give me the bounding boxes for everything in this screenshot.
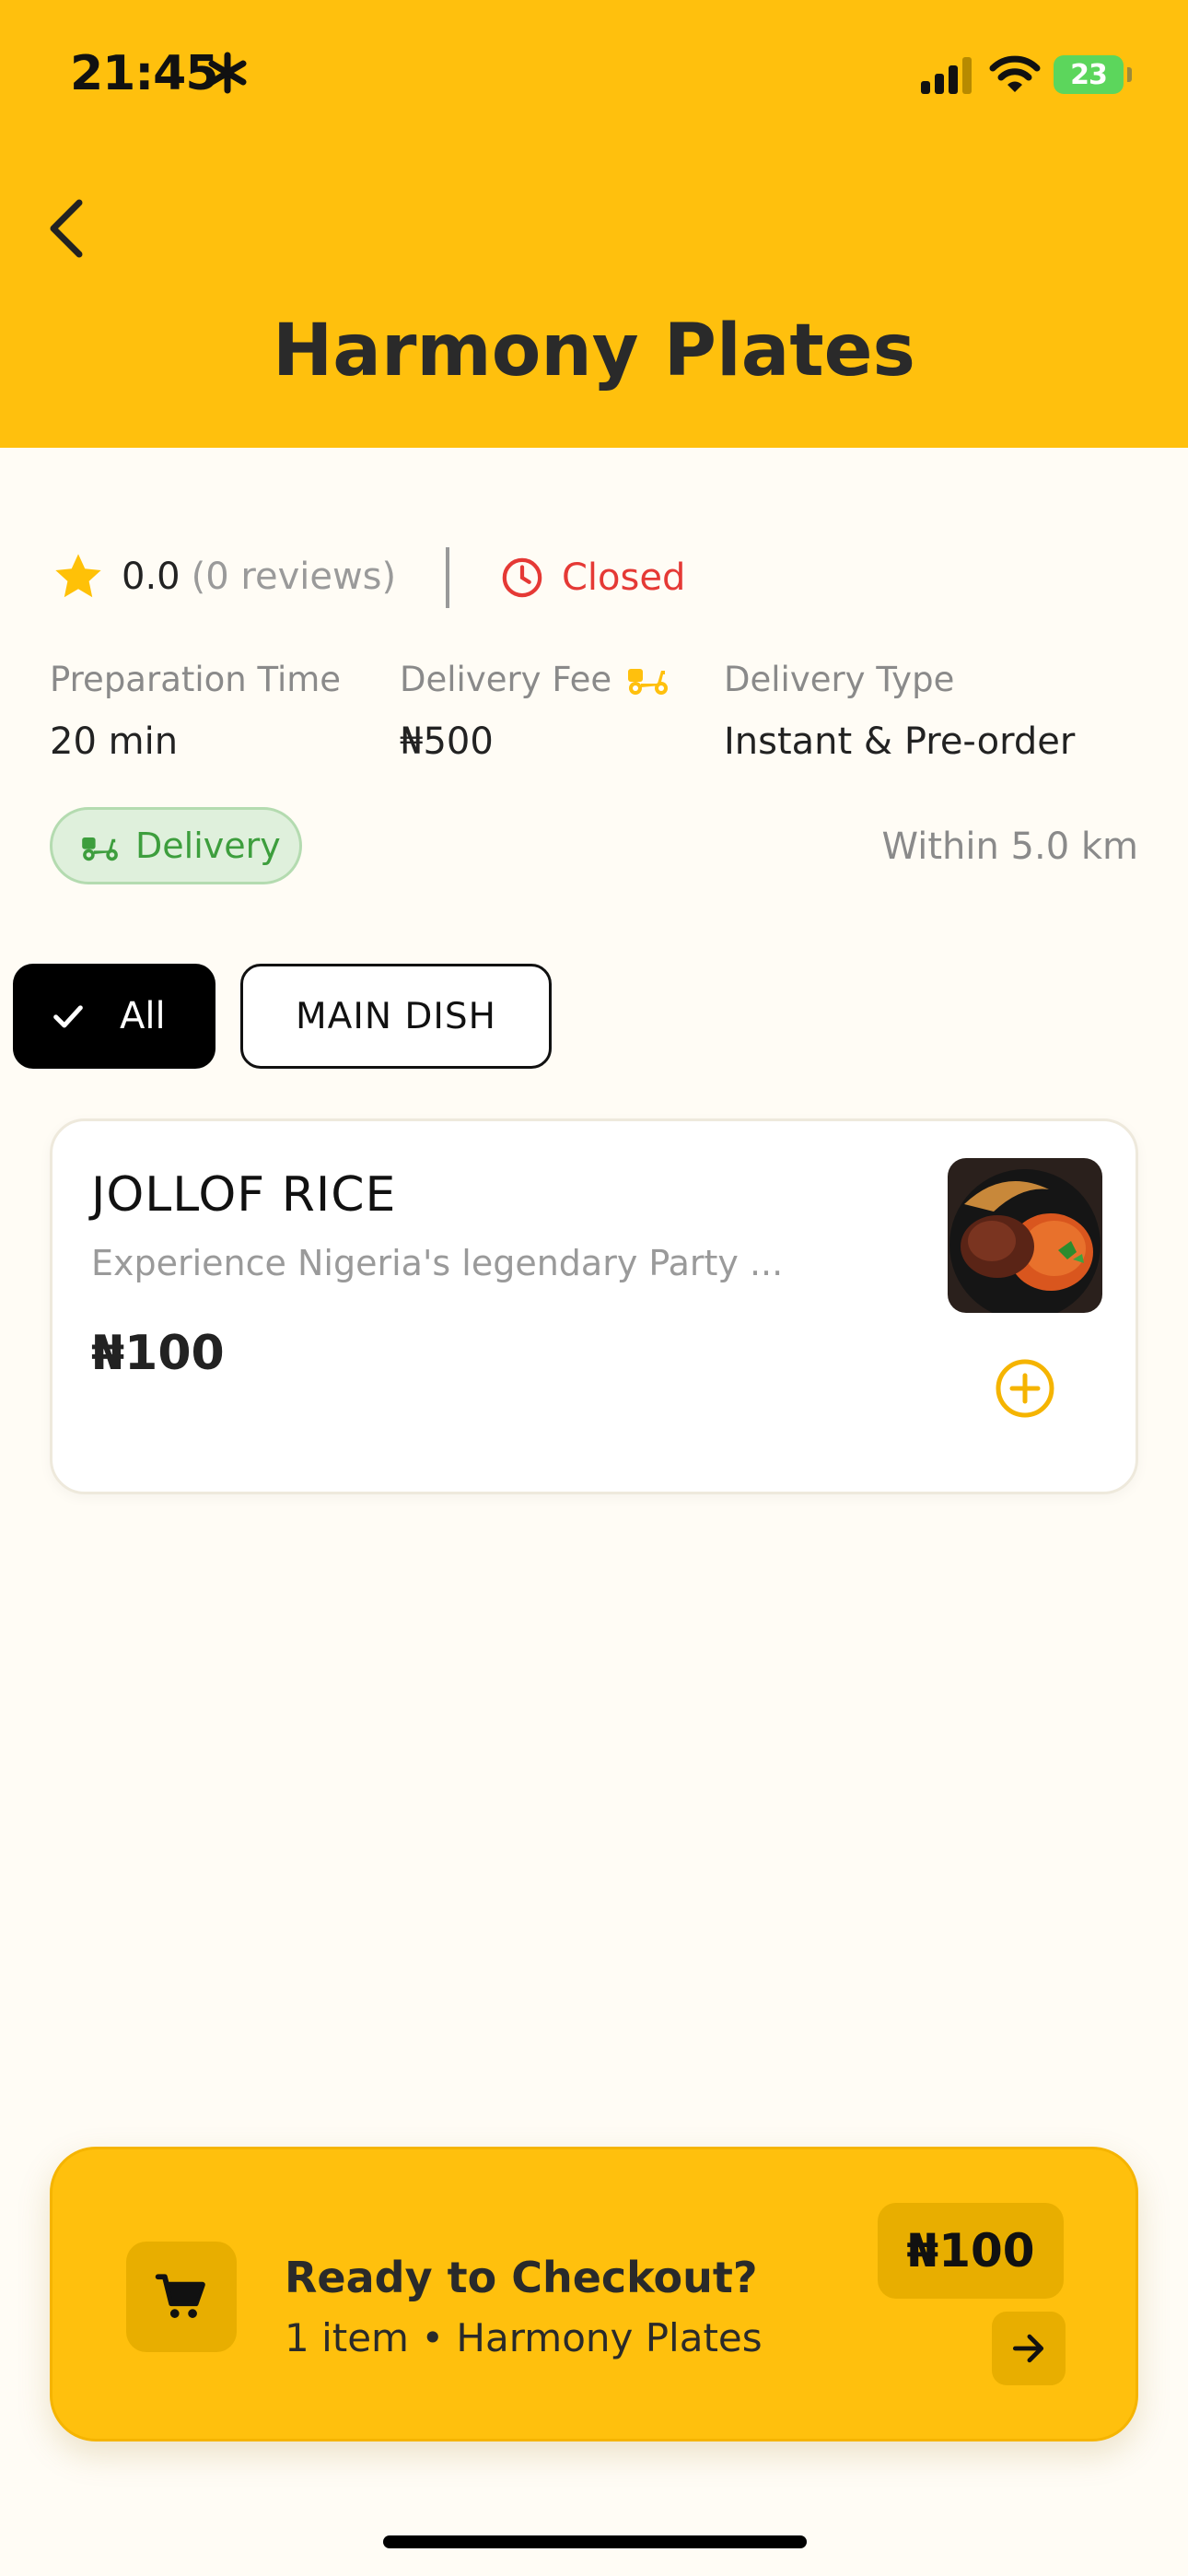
filter-main-dish-button[interactable]: MAIN DISH: [240, 964, 552, 1069]
checkout-arrow-button[interactable]: [992, 2312, 1066, 2385]
divider: [446, 547, 449, 608]
arrow-right-icon: [1012, 2334, 1044, 2363]
clock-icon: [502, 557, 542, 598]
menu-item-card[interactable]: JOLLOF RICE Experience Nigeria's legenda…: [50, 1118, 1138, 1494]
menu-item-image: [948, 1158, 1102, 1313]
filter-all-button[interactable]: All: [13, 964, 215, 1069]
battery-indicator: 23: [1054, 55, 1132, 94]
delivery-fee-label: Delivery Fee: [400, 660, 612, 699]
delivery-chip[interactable]: Delivery: [50, 807, 302, 884]
filter-main-dish-label: MAIN DISH: [295, 995, 496, 1037]
checkout-total: ₦100: [878, 2203, 1064, 2299]
asterisk-icon: [208, 52, 247, 94]
checkout-title: Ready to Checkout?: [285, 2253, 758, 2302]
rating-row[interactable]: 0.0 (0 reviews): [52, 544, 396, 610]
add-to-cart-icon[interactable]: [994, 1357, 1056, 1420]
delivery-radius: Within 5.0 km: [881, 825, 1138, 868]
cellular-signal-icon: [921, 57, 972, 94]
rating-value: 0.0: [122, 556, 181, 598]
back-button[interactable]: [41, 190, 96, 267]
preparation-time-label: Preparation Time: [50, 660, 342, 699]
scooter-icon: [82, 837, 118, 861]
header: 21:45 23 Harmony Plates: [0, 0, 1188, 448]
preparation-time-value: 20 min: [50, 720, 179, 763]
checkout-summary: 1 item • Harmony Plates: [285, 2315, 763, 2360]
open-status: Closed: [501, 549, 685, 606]
home-indicator: [383, 2535, 807, 2548]
reviews-count: (0 reviews): [191, 556, 397, 598]
menu-item-name: JOLLOF RICE: [91, 1167, 397, 1223]
delivery-chip-label: Delivery: [135, 825, 281, 866]
scooter-icon: [628, 669, 668, 695]
delivery-type-label: Delivery Type: [724, 660, 955, 699]
star-icon: [55, 554, 101, 598]
checkout-bar[interactable]: Ready to Checkout? 1 item • Harmony Plat…: [50, 2147, 1138, 2441]
check-icon: [53, 1005, 83, 1028]
cart-badge: [126, 2242, 237, 2352]
status-time: 21:45: [70, 46, 219, 101]
shopping-cart-icon: [155, 2274, 205, 2318]
filter-all-label: All: [120, 995, 166, 1037]
delivery-fee-value: ₦500: [400, 720, 494, 763]
delivery-type-value: Instant & Pre-order: [724, 720, 1076, 763]
menu-item-price: ₦100: [91, 1326, 225, 1381]
wifi-icon: [989, 55, 1041, 92]
page-title: Harmony Plates: [273, 310, 915, 392]
status-closed-label: Closed: [562, 556, 686, 599]
menu-item-description: Experience Nigeria's legendary Party ...: [91, 1243, 784, 1283]
